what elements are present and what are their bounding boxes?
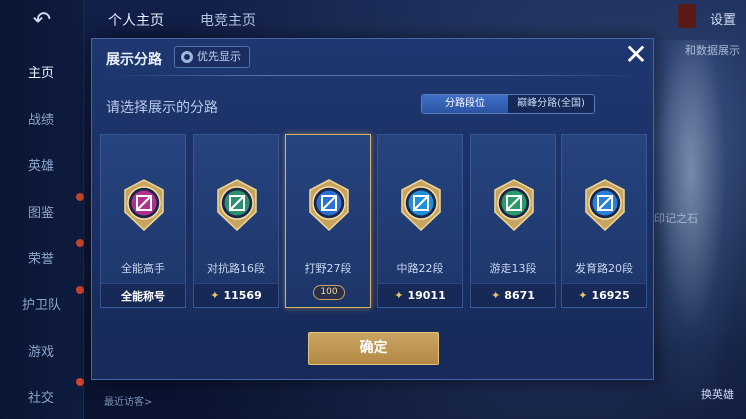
lane-card-footer: ✦ 11569 [194,283,278,307]
confirm-button[interactable]: 确定 [308,332,439,365]
lane-emblem-icon [585,179,625,232]
back-arrow-icon[interactable]: ↶ [22,8,62,34]
lane-card-footer: ✦ 8671 [471,283,555,307]
lane-card[interactable]: 全能高手 全能称号 [100,134,186,308]
profile-screen: 和数据展示 印记之石 换英雄 最近访客> ↶ 主页 战绩 英雄 图鉴 荣誉 护卫… [0,0,746,419]
sidebar-item-home[interactable]: 主页 [0,62,84,81]
lane-card[interactable]: 中路22段 ✦ 19011 [377,134,463,308]
star-points-icon: ✦ [578,289,588,302]
recent-visitors-label[interactable]: 最近访客> [104,393,152,408]
sidebar-item-heroes[interactable]: 英雄 [0,155,84,174]
lane-card-name: 发育路20段 [575,262,633,275]
lane-card-name: 对抗路16段 [207,262,265,275]
sidebar-item-games[interactable]: 游戏 [0,341,84,360]
lane-emblem-icon [217,179,257,232]
notification-dot [76,378,84,386]
notification-dot [76,286,84,294]
segment-peak-lane[interactable]: 巅峰分路(全国) [508,95,594,113]
star-points-icon: ✦ [394,289,404,302]
star-points-icon: ✦ [491,289,501,302]
lane-card-footer-value: 8671 [504,289,535,302]
sidebar-item-honor[interactable]: 荣誉 [0,248,84,267]
background-tag: 和数据展示 [685,44,740,57]
lane-emblem-icon [494,179,534,232]
tab-profile[interactable]: 个人主页 [108,10,164,30]
gear-icon [181,51,193,63]
sidebar-item-catalog[interactable]: 图鉴 [0,202,84,221]
notification-dot [76,193,84,201]
lane-card-name: 全能高手 [121,262,165,275]
tab-esports[interactable]: 电竞主页 [200,10,256,30]
lane-emblem-icon [124,179,164,232]
settings-button[interactable]: 设置 [710,9,736,28]
priority-display-label: 优先显示 [197,50,241,63]
swap-hero-button[interactable]: 换英雄 [701,386,734,402]
stars-count-badge: 100 [313,285,345,300]
lane-card-footer-value: 全能称号 [121,289,165,303]
lane-card-footer-value: 11569 [223,289,262,302]
dialog-prompt: 请选择展示的分路 [106,100,218,116]
lane-card-footer-value: 16925 [591,289,630,302]
close-icon[interactable]: ✕ [617,37,655,75]
lane-card-name: 游走13段 [489,262,537,275]
sidebar: ↶ 主页 战绩 英雄 图鉴 荣誉 护卫队 游戏 社交 [0,0,84,419]
divider [106,75,640,76]
lane-emblem-icon [309,179,349,232]
top-bar: 个人主页 电竞主页 设置 [84,0,746,40]
sidebar-item-guard-team[interactable]: 护卫队 [0,294,84,313]
lane-card[interactable]: 游走13段 ✦ 8671 [470,134,556,308]
lane-display-dialog: 展示分路 优先显示 ✕ 请选择展示的分路 分路段位 巅峰分路(全国) 全能高手全… [91,38,654,380]
lane-card-footer: ✦ 19011 [378,283,462,307]
lane-card-footer-value: 19011 [407,289,446,302]
lane-emblem-icon [401,179,441,232]
segment-lane-rank[interactable]: 分路段位 [422,95,508,113]
star-points-icon: ✦ [210,289,220,302]
lane-card-name: 打野27段 [304,262,352,275]
dialog-title: 展示分路 [106,52,162,68]
status-badge [678,4,696,28]
lane-card[interactable]: 对抗路16段 ✦ 11569 [193,134,279,308]
lane-card-footer: 全能称号 [101,283,185,307]
notification-dot [76,239,84,247]
lane-card[interactable]: 发育路20段 ✦ 16925 [561,134,647,308]
background-mid-tag: 印记之石 [654,212,698,225]
sidebar-item-record[interactable]: 战绩 [0,109,84,128]
lane-card-footer: ✦ 16925 [562,283,646,307]
lane-card-name: 中路22段 [396,262,444,275]
sidebar-item-social[interactable]: 社交 [0,387,84,406]
lane-type-segmented-control: 分路段位 巅峰分路(全国) [421,94,595,114]
priority-display-button[interactable]: 优先显示 [174,46,250,68]
lane-card[interactable]: 打野27段 100 [285,134,371,308]
